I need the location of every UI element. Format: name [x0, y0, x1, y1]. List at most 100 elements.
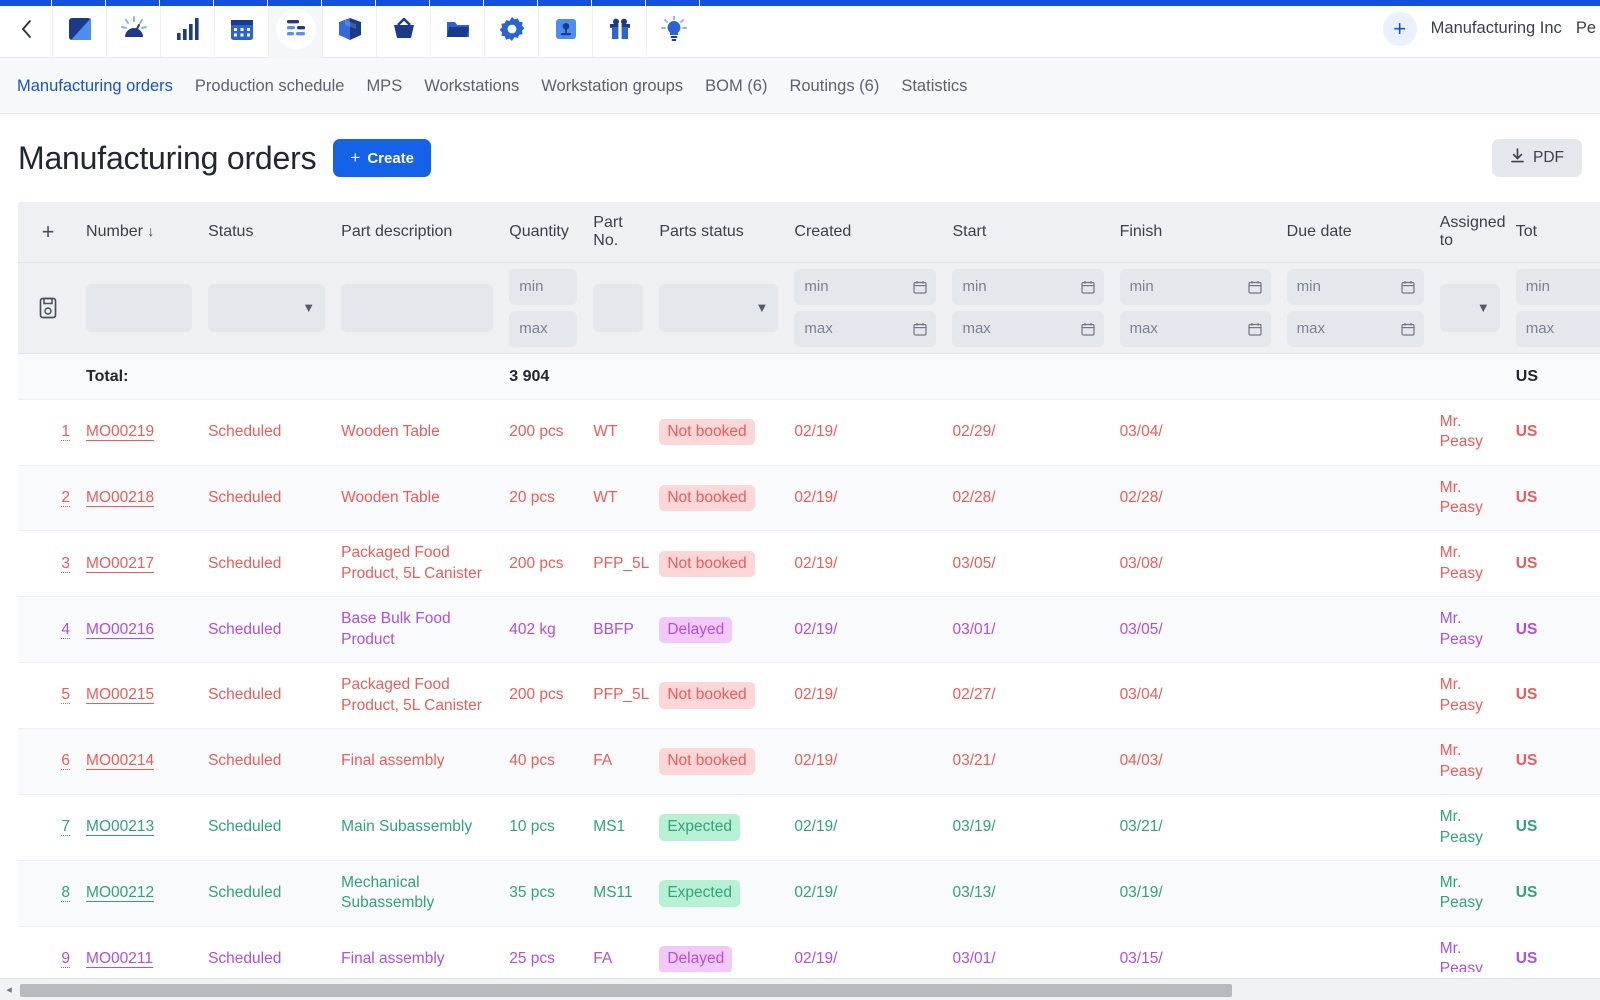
order-number-link[interactable]: MO00213	[86, 818, 154, 836]
filter-created-max-input[interactable]	[794, 311, 936, 347]
header-created[interactable]: Created	[786, 202, 944, 262]
filter-part-description-input[interactable]	[341, 284, 493, 332]
row-assigned-to: Mr. Peasy	[1432, 597, 1508, 663]
header-quantity[interactable]: Quantity	[501, 202, 585, 262]
order-number-link[interactable]: MO00217	[86, 555, 154, 573]
filter-status-cell: ▼	[200, 262, 333, 353]
app-toolbar: + Manufacturing Inc Pe	[0, 0, 1600, 58]
gift-icon	[600, 9, 640, 49]
tab-workstation-groups[interactable]: Workstation groups	[530, 58, 694, 114]
scrollbar-track[interactable]	[18, 983, 1600, 997]
filter-quantity-max-input[interactable]	[509, 311, 577, 347]
create-button[interactable]: + Create	[333, 139, 431, 177]
add-button[interactable]: +	[1383, 12, 1417, 46]
filter-status-select[interactable]: ▼	[208, 284, 325, 332]
toolbar-icon-bulb[interactable]	[646, 0, 700, 58]
toolbar-icon-calendar[interactable]	[214, 0, 268, 58]
header-finish[interactable]: Finish	[1112, 202, 1279, 262]
order-number-link[interactable]: MO00216	[86, 621, 154, 639]
toolbar-icon-gear[interactable]	[484, 0, 538, 58]
header-total[interactable]: Tot	[1508, 202, 1600, 262]
header-start[interactable]: Start	[944, 202, 1111, 262]
row-due-date	[1279, 926, 1432, 972]
table-row[interactable]: 9MO00211ScheduledFinal assembly25 pcsFAD…	[18, 926, 1600, 972]
parts-status-badge: Not booked	[659, 419, 754, 445]
filter-total-max-input[interactable]	[1516, 311, 1600, 347]
strip-segment	[214, 0, 268, 6]
tab-bom[interactable]: BOM (6)	[694, 58, 778, 114]
scrollbar-thumb[interactable]	[20, 984, 1232, 997]
parts-status-badge: Not booked	[659, 682, 754, 708]
table-row[interactable]: 7MO00213ScheduledMain Subassembly10 pcsM…	[18, 795, 1600, 861]
toolbar-icon-basket[interactable]	[376, 0, 430, 58]
filter-start-min-input[interactable]	[952, 269, 1103, 305]
row-status: Scheduled	[200, 795, 333, 861]
row-part-description: Base Bulk Food Product	[333, 597, 501, 663]
stock-icon	[546, 9, 586, 49]
header-parts-status[interactable]: Parts status	[651, 202, 786, 262]
toolbar-icon-production-list[interactable]	[268, 0, 322, 58]
table-row[interactable]: 2MO00218ScheduledWooden Table20 pcsWTNot…	[18, 465, 1600, 531]
filter-finish-min-input[interactable]	[1120, 269, 1271, 305]
table-row[interactable]: 5MO00215ScheduledPackaged Food Product, …	[18, 663, 1600, 729]
tab-manufacturing-orders[interactable]: Manufacturing orders	[17, 58, 184, 114]
row-part-no: FA	[585, 729, 651, 795]
tab-routings[interactable]: Routings (6)	[778, 58, 890, 114]
header-part-no[interactable]: Part No.	[585, 202, 651, 262]
row-finish: 03/08/	[1112, 531, 1279, 597]
folder-icon	[438, 9, 478, 49]
filter-assigned-to-select[interactable]: ▼	[1440, 284, 1500, 332]
table-row[interactable]: 3MO00217ScheduledPackaged Food Product, …	[18, 531, 1600, 597]
horizontal-scrollbar[interactable]: ◂	[0, 978, 1600, 1000]
order-number-link[interactable]: MO00212	[86, 884, 154, 902]
order-number-link[interactable]: MO00211	[86, 950, 153, 968]
tab-workstations[interactable]: Workstations	[413, 58, 530, 114]
row-quantity: 35 pcs	[501, 860, 585, 926]
filter-start-max-input[interactable]	[952, 311, 1103, 347]
page-header: Manufacturing orders + Create PDF	[0, 114, 1600, 202]
filter-total-min-input[interactable]	[1516, 269, 1600, 305]
add-column-button[interactable]: +	[18, 202, 78, 262]
table-row[interactable]: 6MO00214ScheduledFinal assembly40 pcsFAN…	[18, 729, 1600, 795]
header-status[interactable]: Status	[200, 202, 333, 262]
header-part-description[interactable]: Part description	[333, 202, 501, 262]
toolbar-icon-folder[interactable]	[430, 0, 484, 58]
toolbar-icon-stock[interactable]	[538, 0, 592, 58]
row-quantity: 20 pcs	[501, 465, 585, 531]
filter-part-no-input[interactable]	[593, 284, 643, 332]
order-number-link[interactable]: MO00219	[86, 423, 154, 441]
tab-production-schedule[interactable]: Production schedule	[184, 58, 356, 114]
header-assigned-to[interactable]: Assigned to	[1432, 202, 1508, 262]
order-number-link[interactable]: MO00218	[86, 489, 154, 507]
toolbar-icon-box[interactable]	[322, 0, 376, 58]
toolbar-icon-bar-chart[interactable]	[160, 0, 214, 58]
row-part-description: Wooden Table	[333, 465, 501, 531]
filter-number-input[interactable]	[86, 284, 192, 332]
toolbar-icon-dashboard[interactable]	[52, 0, 106, 58]
toolbar-icon-gift[interactable]	[592, 0, 646, 58]
filter-finish-max-input[interactable]	[1120, 311, 1271, 347]
toolbar-icon-gauge[interactable]	[106, 0, 160, 58]
order-number-link[interactable]: MO00215	[86, 686, 154, 704]
filter-quantity-min-input[interactable]	[509, 269, 577, 305]
table-row[interactable]: 1MO00219ScheduledWooden Table200 pcsWTNo…	[18, 399, 1600, 465]
row-start: 03/01/	[944, 597, 1111, 663]
filter-due-date-min-input[interactable]	[1287, 269, 1424, 305]
tab-mps[interactable]: MPS	[355, 58, 413, 114]
chevron-down-icon: ▼	[756, 300, 769, 315]
filter-parts-status-select[interactable]: ▼	[659, 284, 778, 332]
back-button[interactable]	[0, 0, 52, 58]
pdf-export-button[interactable]: PDF	[1492, 139, 1582, 177]
header-number[interactable]: Number ↓	[78, 202, 200, 262]
scroll-left-arrow-icon[interactable]: ◂	[0, 983, 18, 996]
tab-statistics[interactable]: Statistics	[890, 58, 978, 114]
row-index: 7	[18, 795, 78, 861]
header-due-date[interactable]: Due date	[1279, 202, 1432, 262]
filter-due-date-max-input[interactable]	[1287, 311, 1424, 347]
table-row[interactable]: 4MO00216ScheduledBase Bulk Food Product4…	[18, 597, 1600, 663]
user-name[interactable]: Pe	[1576, 19, 1596, 38]
table-row[interactable]: 8MO00212ScheduledMechanical Subassembly3…	[18, 860, 1600, 926]
filter-created-min-input[interactable]	[794, 269, 936, 305]
save-filter-icon[interactable]	[26, 296, 70, 320]
order-number-link[interactable]: MO00214	[86, 752, 154, 770]
